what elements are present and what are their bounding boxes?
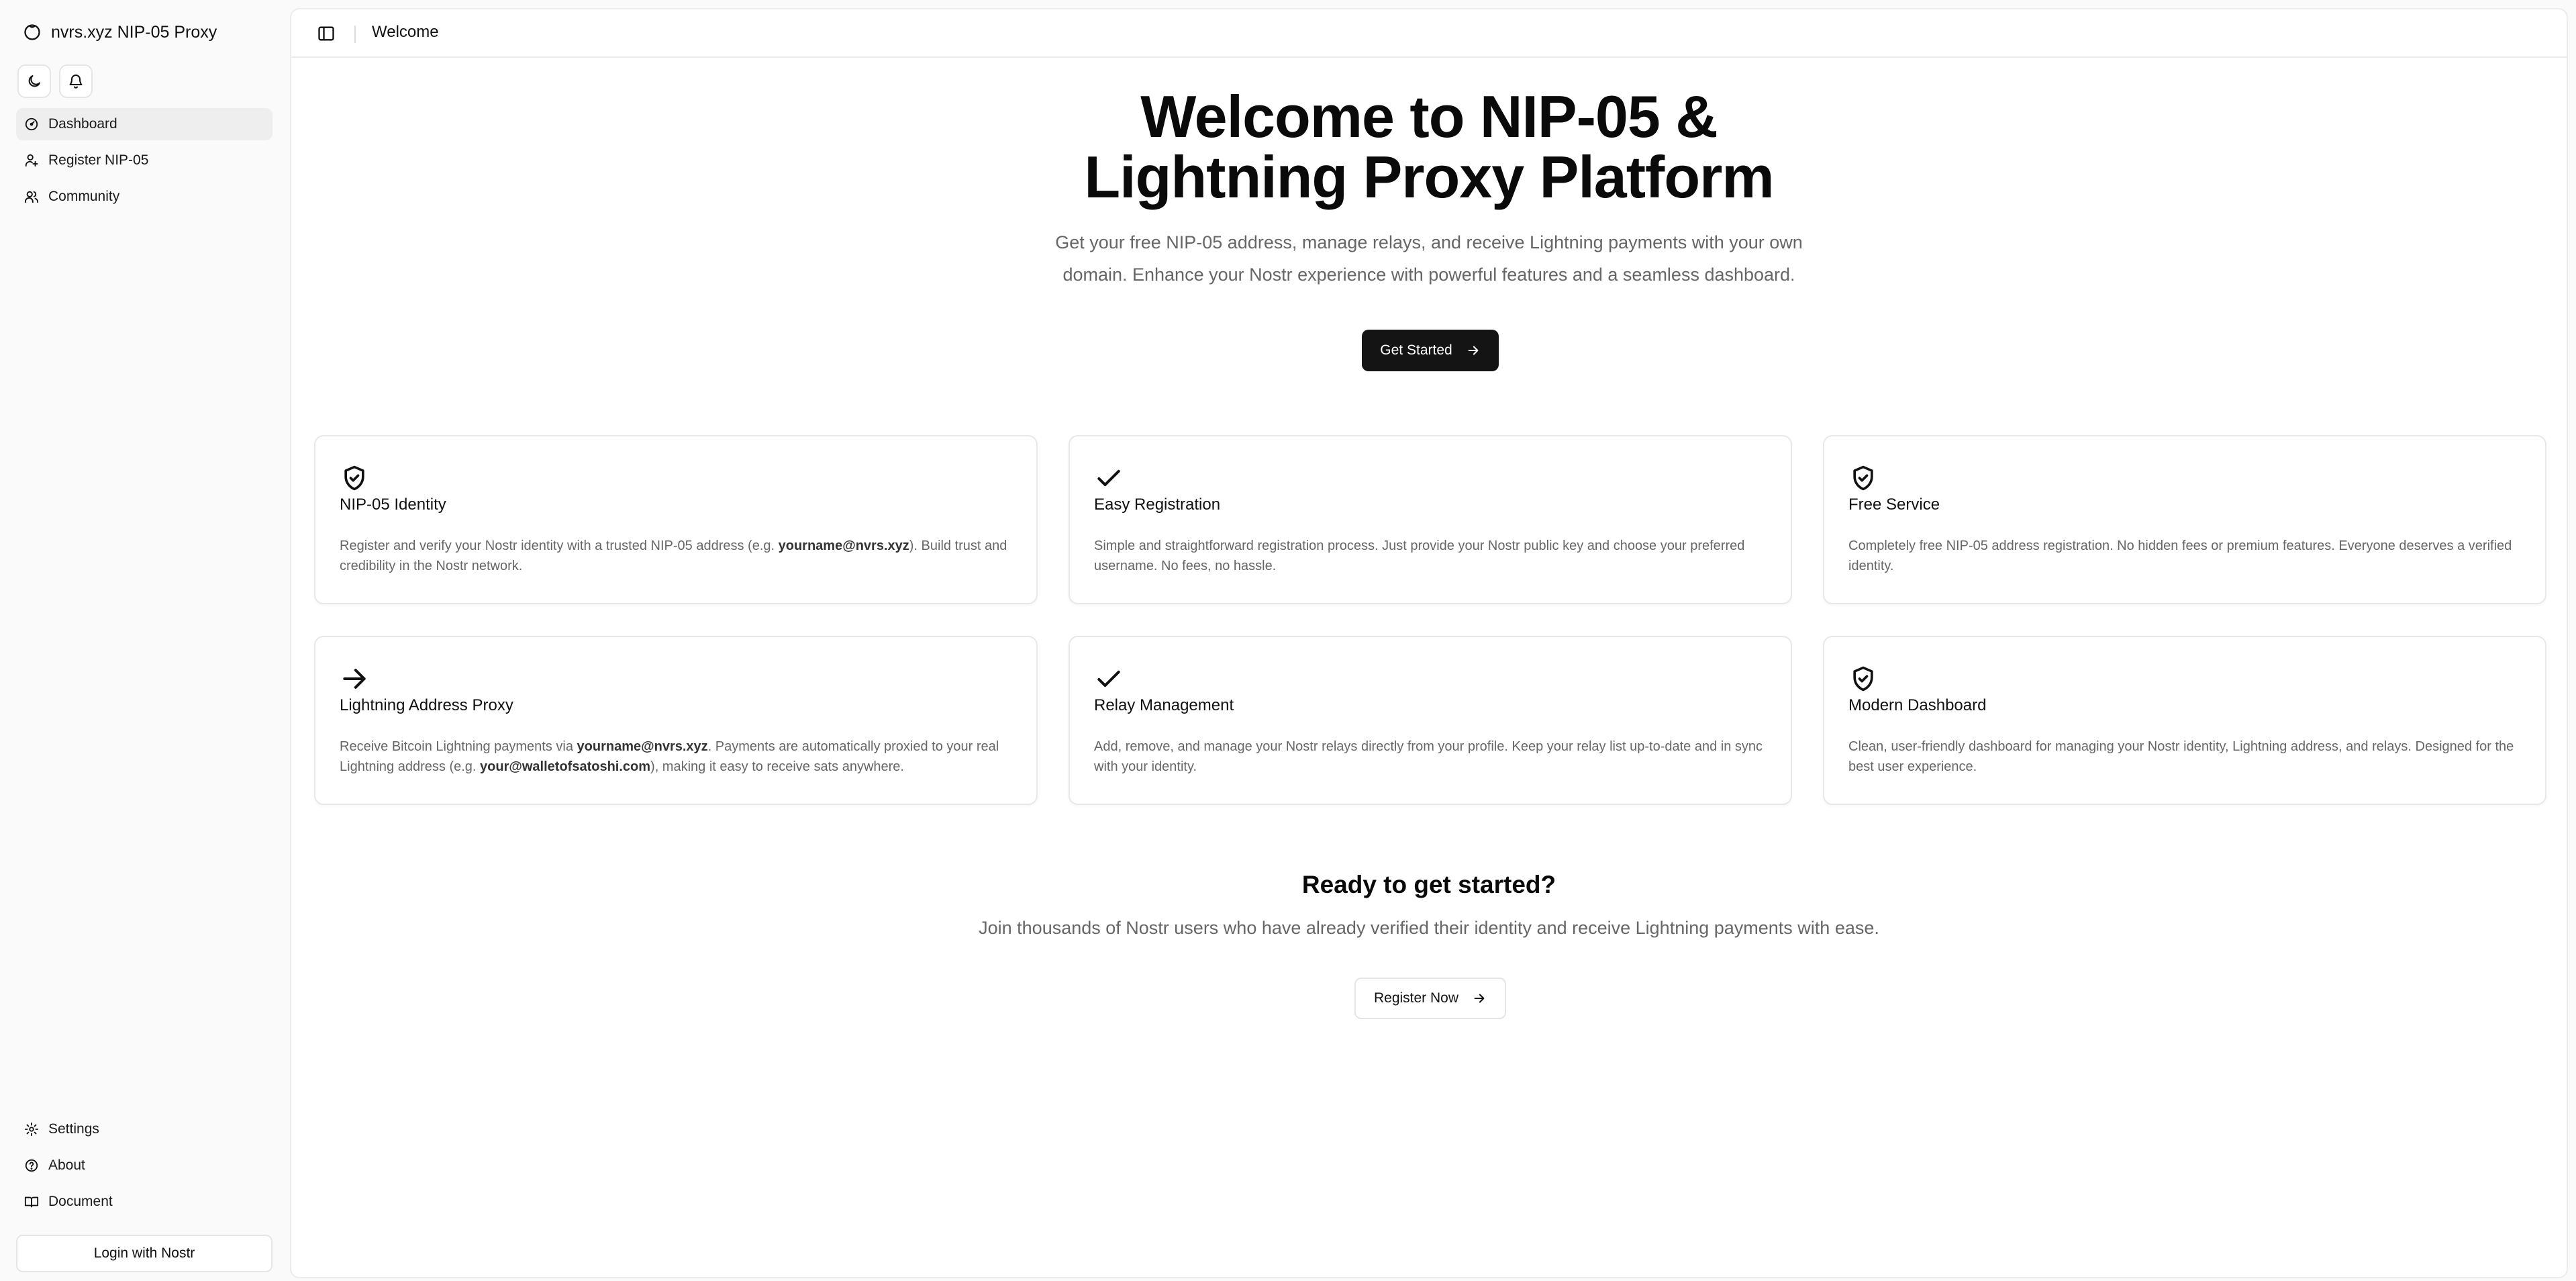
feature-description-text: ), making it easy to receive sats anywhe… xyxy=(650,759,904,774)
feature-description-highlight: yourname@nvrs.xyz xyxy=(577,739,708,754)
check-icon xyxy=(1097,670,1120,687)
feature-title: Modern Dashboard xyxy=(1848,696,1987,714)
sidebar: nvrs.xyz NIP-05 Proxy Dashboard Register… xyxy=(0,0,289,1281)
app-title: nvrs.xyz NIP-05 Proxy xyxy=(51,22,217,42)
register-now-label: Register Now xyxy=(1373,990,1459,1006)
feature-description-highlight: yourname@nvrs.xyz xyxy=(778,538,909,553)
sidebar-item-settings[interactable]: Settings xyxy=(16,1113,273,1145)
sidebar-item-community[interactable]: Community xyxy=(16,181,273,213)
page-title: Welcome xyxy=(372,23,439,41)
theme-toggle-button[interactable] xyxy=(17,64,51,98)
hero-title: Welcome to NIP-05 & Lightning Proxy Plat… xyxy=(1084,83,1774,210)
topbar: Welcome xyxy=(291,9,2567,58)
get-started-label: Get Started xyxy=(1380,342,1452,358)
sidebar-item-register-nip05[interactable]: Register NIP-05 xyxy=(16,144,273,177)
feature-description-text: Register and verify your Nostr identity … xyxy=(340,538,779,553)
feature-card-lightning-address-proxy: Lightning Address Proxy Receive Bitcoin … xyxy=(314,636,1038,805)
users-icon xyxy=(24,191,39,203)
feature-card-relay-management: Relay Management Add, remove, and manage… xyxy=(1069,636,1792,805)
feature-title: Easy Registration xyxy=(1094,495,1221,514)
sidebar-item-label: Dashboard xyxy=(48,116,117,132)
dashboard-icon xyxy=(25,117,38,131)
sidebar-item-label: Document xyxy=(48,1194,113,1209)
sidebar-item-document[interactable]: Document xyxy=(16,1186,273,1218)
sidebar-item-dashboard[interactable]: Dashboard xyxy=(16,108,273,140)
shield-check-icon xyxy=(1853,465,1873,491)
feature-description: Add, remove, and manage your Nostr relay… xyxy=(1094,737,1765,777)
feature-description: Receive Bitcoin Lightning payments via y… xyxy=(340,737,1011,777)
sidebar-toggle-icon[interactable] xyxy=(317,24,336,43)
brand[interactable]: nvrs.xyz NIP-05 Proxy xyxy=(23,19,217,46)
user-plus-icon xyxy=(25,154,38,167)
feature-description: Simple and straightforward registration … xyxy=(1094,536,1765,576)
notifications-button[interactable] xyxy=(59,64,93,98)
feature-description-text: Add, remove, and manage your Nostr relay… xyxy=(1094,739,1763,774)
book-icon xyxy=(24,1196,39,1208)
feature-title: Lightning Address Proxy xyxy=(340,696,513,714)
main-panel: Welcome Welcome to NIP-05 & Lightning Pr… xyxy=(290,8,2568,1278)
feature-card-free-service: Free Service Completely free NIP-05 addr… xyxy=(1823,435,2546,604)
sidebar-item-label: Settings xyxy=(48,1121,99,1137)
feature-description: Completely free NIP-05 address registrat… xyxy=(1848,536,2520,576)
feature-description-highlight: your@walletofsatoshi.com xyxy=(480,759,651,774)
topbar-divider xyxy=(354,26,356,43)
feature-description-text: Receive Bitcoin Lightning payments via xyxy=(340,739,577,754)
check-icon xyxy=(1097,469,1120,487)
feature-description-text: Completely free NIP-05 address registrat… xyxy=(1848,538,2512,573)
login-with-nostr-button[interactable]: Login with Nostr xyxy=(16,1235,273,1272)
arrow-right-icon xyxy=(343,669,366,689)
feature-title: Relay Management xyxy=(1094,696,1234,714)
shield-check-icon xyxy=(344,465,364,491)
cta-title: Ready to get started? xyxy=(1301,871,1556,898)
cta-subtitle: Join thousands of Nostr users who have a… xyxy=(979,918,1879,938)
logo-icon xyxy=(24,24,40,40)
hero-section: Welcome to NIP-05 & Lightning Proxy Plat… xyxy=(291,87,2567,291)
help-circle-icon xyxy=(25,1159,38,1172)
feature-description-text: Clean, user-friendly dashboard for manag… xyxy=(1848,739,2514,774)
shield-check-icon xyxy=(1853,666,1873,692)
hero-subtitle: Get your free NIP-05 address, manage rel… xyxy=(1055,232,1803,285)
sidebar-item-label: About xyxy=(48,1157,85,1173)
register-now-button[interactable]: Register Now xyxy=(1354,978,1506,1019)
bell-icon xyxy=(69,75,83,89)
sidebar-item-label: Community xyxy=(48,189,120,204)
feature-card-modern-dashboard: Modern Dashboard Clean, user-friendly da… xyxy=(1823,636,2546,805)
feature-description: Clean, user-friendly dashboard for manag… xyxy=(1848,737,2520,777)
feature-card-nip05-identity: NIP-05 Identity Register and verify your… xyxy=(314,435,1038,604)
gear-icon xyxy=(24,1122,39,1137)
cta-section: Ready to get started? Join thousands of … xyxy=(291,871,2567,939)
feature-title: NIP-05 Identity xyxy=(340,495,446,514)
get-started-button[interactable]: Get Started xyxy=(1362,330,1499,371)
sidebar-item-label: Register NIP-05 xyxy=(48,152,149,168)
moon-icon xyxy=(28,75,40,87)
sidebar-nav: Dashboard Register NIP-05 Community xyxy=(16,108,273,217)
feature-card-easy-registration: Easy Registration Simple and straightfor… xyxy=(1069,435,1792,604)
sidebar-footer-nav: Settings About Document xyxy=(16,1113,273,1222)
arrow-right-icon xyxy=(1474,994,1485,1003)
arrow-right-icon xyxy=(1468,346,1479,355)
sidebar-item-about[interactable]: About xyxy=(16,1149,273,1182)
feature-description: Register and verify your Nostr identity … xyxy=(340,536,1011,576)
feature-description-text: Simple and straightforward registration … xyxy=(1094,538,1745,573)
feature-title: Free Service xyxy=(1848,495,1940,514)
